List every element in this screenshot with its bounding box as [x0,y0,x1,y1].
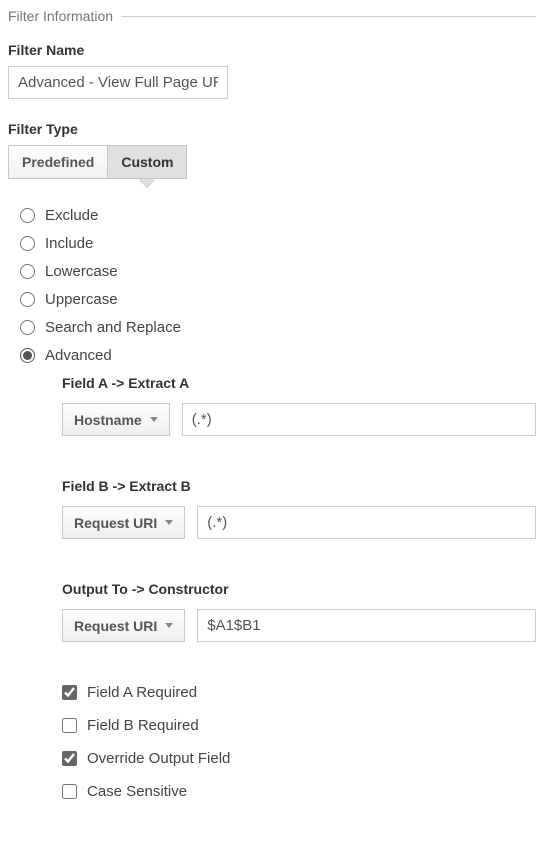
advanced-config: Field A -> Extract A Hostname Field B ->… [20,375,536,800]
filter-type-toggle: Predefined Custom [8,145,187,179]
output-row: Request URI [62,609,536,642]
field-b-pattern-input[interactable] [197,506,536,539]
check-case-sensitive-label: Case Sensitive [87,783,187,800]
check-override-output-label: Override Output Field [87,750,230,767]
radio-advanced[interactable]: Advanced [20,347,536,364]
field-b-select[interactable]: Request URI [62,506,185,539]
filter-type-radio-list: Exclude Include Lowercase Uppercase Sear… [8,207,536,800]
radio-search-replace-input[interactable] [20,320,35,335]
radio-exclude-label: Exclude [45,207,98,224]
radio-include[interactable]: Include [20,235,536,252]
check-override-output-input[interactable] [62,751,77,766]
radio-lowercase[interactable]: Lowercase [20,263,536,280]
divider-line [121,16,536,17]
filter-name-field: Filter Name [8,42,536,99]
tab-custom[interactable]: Custom [107,146,186,178]
radio-uppercase[interactable]: Uppercase [20,291,536,308]
check-field-a-required-input[interactable] [62,685,77,700]
tab-active-notch-icon [139,179,155,187]
field-a-select[interactable]: Hostname [62,403,170,436]
check-field-b-required[interactable]: Field B Required [62,717,536,734]
radio-exclude-input[interactable] [20,208,35,223]
radio-include-label: Include [45,235,93,252]
field-a-row: Hostname [62,403,536,436]
filter-type-field: Filter Type Predefined Custom Exclude In… [8,121,536,800]
field-a-pattern-input[interactable] [182,403,536,436]
check-field-b-required-input[interactable] [62,718,77,733]
radio-include-input[interactable] [20,236,35,251]
chevron-down-icon [165,520,173,525]
output-label: Output To -> Constructor [62,581,536,597]
filter-type-label: Filter Type [8,121,536,137]
field-b-label: Field B -> Extract B [62,478,536,494]
check-case-sensitive[interactable]: Case Sensitive [62,783,536,800]
radio-advanced-input[interactable] [20,348,35,363]
section-header: Filter Information [8,8,536,24]
check-case-sensitive-input[interactable] [62,784,77,799]
output-pattern-input[interactable] [197,609,536,642]
radio-uppercase-input[interactable] [20,292,35,307]
chevron-down-icon [150,417,158,422]
field-b-row: Request URI [62,506,536,539]
output-select-value: Request URI [74,618,157,634]
check-field-a-required-label: Field A Required [87,684,197,701]
field-b-select-value: Request URI [74,515,157,531]
filter-name-input[interactable] [8,66,228,99]
field-a-label: Field A -> Extract A [62,375,536,391]
tab-predefined[interactable]: Predefined [9,146,107,178]
chevron-down-icon [165,623,173,628]
tab-custom-label: Custom [121,154,173,170]
filter-name-label: Filter Name [8,42,536,58]
radio-exclude[interactable]: Exclude [20,207,536,224]
section-title: Filter Information [8,8,121,24]
check-field-a-required[interactable]: Field A Required [62,684,536,701]
check-field-b-required-label: Field B Required [87,717,199,734]
field-a-select-value: Hostname [74,412,142,428]
radio-lowercase-input[interactable] [20,264,35,279]
radio-advanced-label: Advanced [45,347,112,364]
output-select[interactable]: Request URI [62,609,185,642]
check-override-output[interactable]: Override Output Field [62,750,536,767]
advanced-checks: Field A Required Field B Required Overri… [62,684,536,800]
radio-search-replace[interactable]: Search and Replace [20,319,536,336]
radio-lowercase-label: Lowercase [45,263,118,280]
radio-search-replace-label: Search and Replace [45,319,181,336]
radio-uppercase-label: Uppercase [45,291,118,308]
